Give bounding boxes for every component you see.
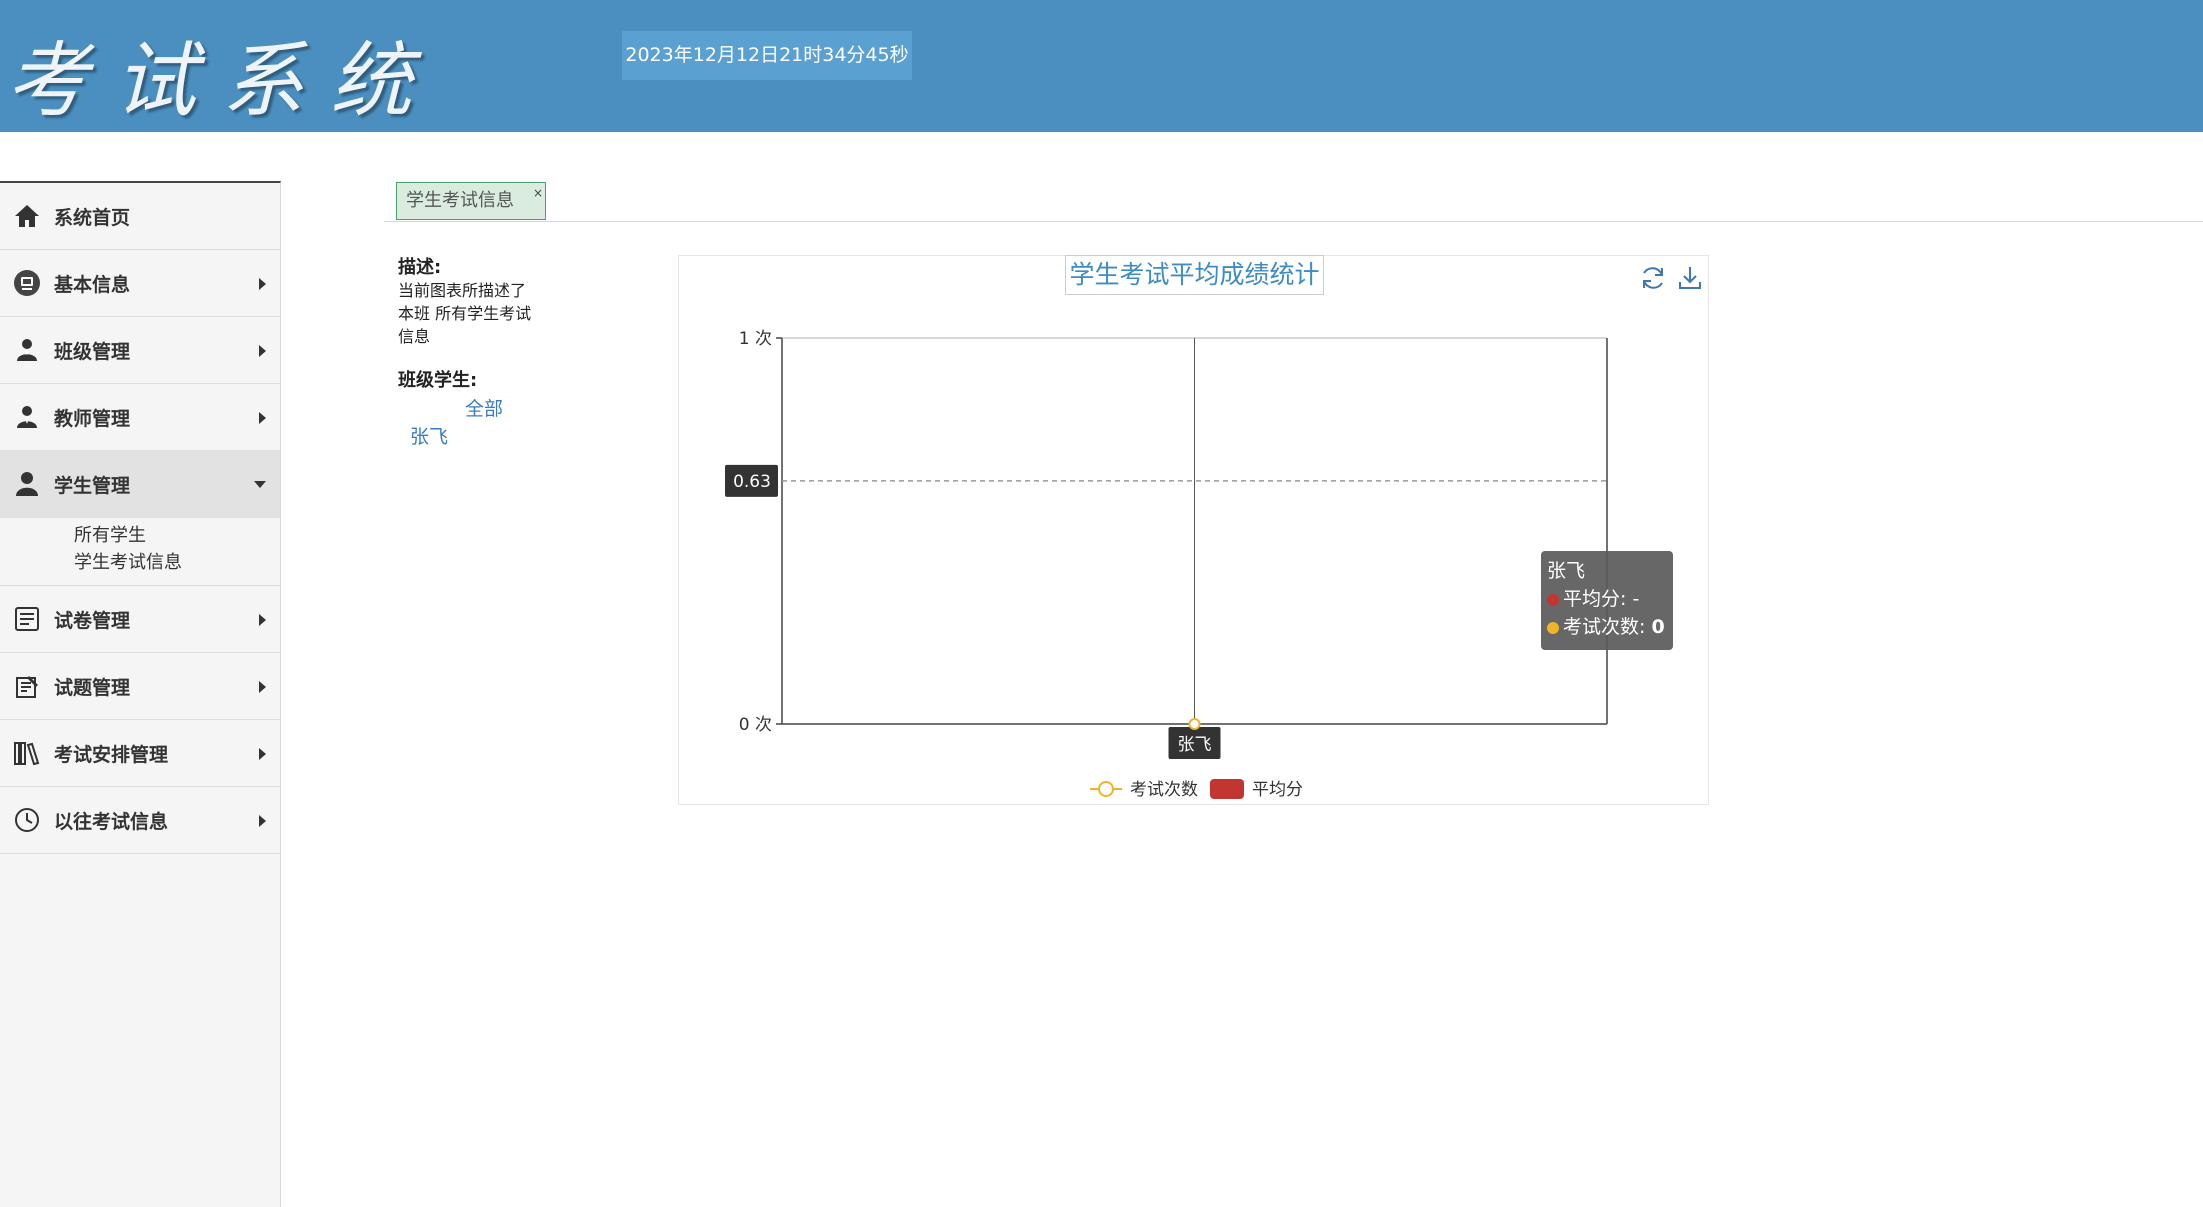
link-all-students[interactable]: 全部 <box>465 394 503 421</box>
close-icon[interactable]: × <box>533 175 543 211</box>
chevron-right-icon <box>259 681 266 693</box>
chevron-right-icon <box>259 278 266 290</box>
chart-panel <box>678 255 1709 805</box>
sidebar-item-class-management[interactable]: 班级管理 <box>0 317 280 384</box>
clock-icon <box>12 805 42 835</box>
tab-student-exam-info[interactable]: 学生考试信息 × <box>396 182 546 220</box>
sidebar-item-paper-management[interactable]: 试卷管理 <box>0 586 280 653</box>
sidebar-item-past-exams[interactable]: 以往考试信息 <box>0 787 280 854</box>
sidebar-item-label: 教师管理 <box>54 407 131 430</box>
link-student[interactable]: 张飞 <box>410 422 448 449</box>
chart-title: 学生考试平均成绩统计 <box>1065 255 1324 295</box>
sidebar-item-home[interactable]: 系统首页 <box>0 183 280 250</box>
question-icon <box>12 671 42 701</box>
sidebar-item-label: 系统首页 <box>54 206 131 229</box>
tooltip-title: 张飞 <box>1547 560 1586 582</box>
chart-tooltip: 张飞 平均分: - 考试次数: 0 <box>1541 551 1673 650</box>
submenu-item-all-students[interactable]: 所有学生 <box>74 522 280 549</box>
student-submenu: 所有学生 学生考试信息 <box>0 518 280 586</box>
description-text-line: 信息 <box>398 327 431 346</box>
chevron-right-icon <box>259 345 266 357</box>
chevron-right-icon <box>259 614 266 626</box>
sidebar-item-label: 学生管理 <box>54 474 131 497</box>
sidebar-item-basic-info[interactable]: 基本信息 <box>0 250 280 317</box>
sidebar-item-label: 试卷管理 <box>54 609 131 632</box>
app-logo: 考试系统 <box>6 34 438 129</box>
sidebar-item-question-management[interactable]: 试题管理 <box>0 653 280 720</box>
download-icon[interactable] <box>1675 263 1705 293</box>
teacher-icon <box>12 402 42 432</box>
user-group-icon <box>12 335 42 365</box>
tab-bar: 学生考试信息 × <box>384 181 2203 222</box>
chevron-right-icon <box>259 815 266 827</box>
sidebar-item-label: 以往考试信息 <box>54 810 169 833</box>
tooltip-line-count: 考试次数: 0 <box>1547 613 1667 641</box>
sidebar-item-label: 班级管理 <box>54 340 131 363</box>
student-icon <box>12 469 42 499</box>
home-icon <box>12 201 42 231</box>
sidebar-item-student-management[interactable]: 学生管理 <box>0 451 280 518</box>
description-text-line: 本班 所有学生考试 <box>398 304 532 323</box>
legend-dot-icon <box>1547 593 1559 606</box>
sidebar-item-label: 考试安排管理 <box>54 743 169 766</box>
sidebar-item-label: 试题管理 <box>54 676 131 699</box>
legend-dot-icon <box>1547 621 1559 634</box>
sidebar: 系统首页 基本信息 班级管理 教师管理 学生管理 所有学生 学生考试信息 试卷管… <box>0 181 281 1207</box>
chevron-down-icon <box>254 481 266 488</box>
sidebar-item-teacher-management[interactable]: 教师管理 <box>0 384 280 451</box>
sidebar-item-label: 基本信息 <box>54 273 131 296</box>
monitor-icon <box>12 268 42 298</box>
sidebar-item-exam-schedule[interactable]: 考试安排管理 <box>0 720 280 787</box>
chevron-right-icon <box>259 748 266 760</box>
app-header: 考试系统 2023年12月12日21时34分45秒 <box>0 0 2203 132</box>
tab-label: 学生考试信息 <box>406 190 514 211</box>
datetime-display: 2023年12月12日21时34分45秒 <box>622 31 912 80</box>
submenu-item-student-exam-info[interactable]: 学生考试信息 <box>74 549 280 576</box>
chevron-right-icon <box>259 412 266 424</box>
description-text-line: 当前图表所描述了 <box>398 281 527 300</box>
chart-description: 描述: 当前图表所描述了 本班 所有学生考试 信息 <box>398 256 548 348</box>
refresh-icon[interactable] <box>1638 263 1668 293</box>
books-icon <box>12 738 42 768</box>
description-title: 描述: <box>398 257 442 278</box>
tooltip-line-avg: 平均分: - <box>1547 585 1667 613</box>
paper-icon <box>12 604 42 634</box>
class-students-title: 班级学生: <box>398 370 478 391</box>
